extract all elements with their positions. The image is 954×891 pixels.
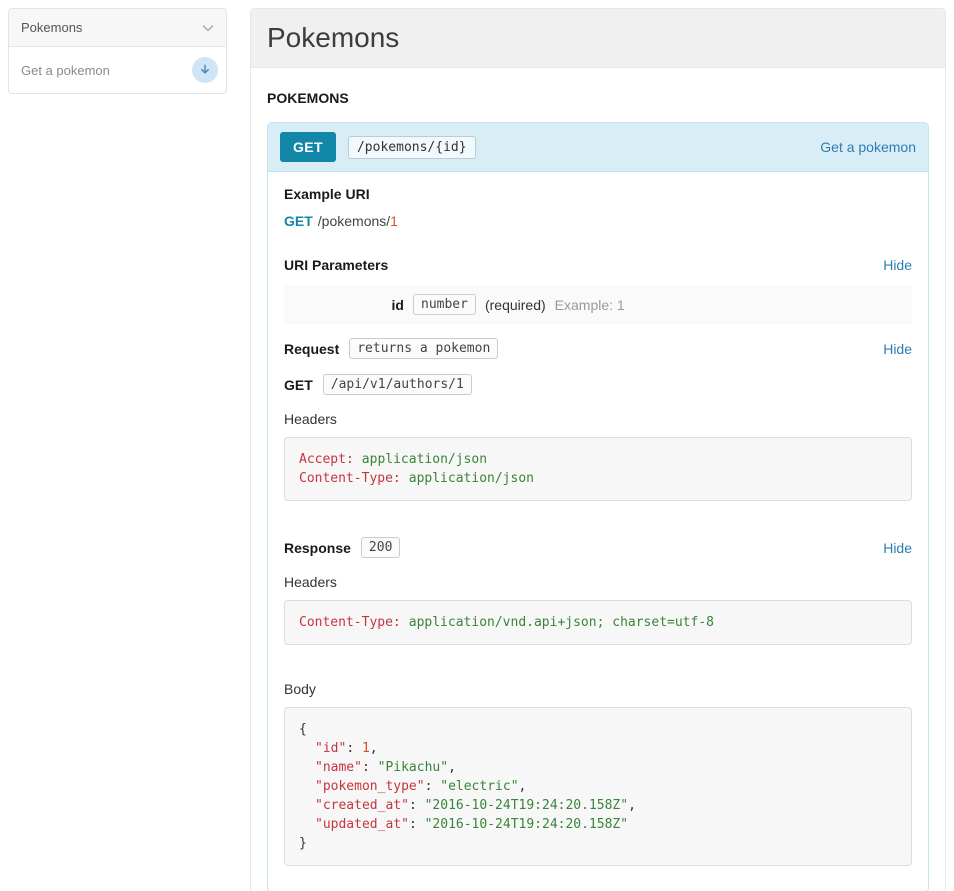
json-value: Pikachu xyxy=(378,760,448,775)
scroll-to-endpoint-button[interactable] xyxy=(192,57,218,83)
request-method-row: GET /api/v1/authors/1 xyxy=(284,374,912,395)
main-panel: Pokemons POKEMONS GET /pokemons/{id} Get… xyxy=(250,8,946,891)
header-line: Accept application/json xyxy=(299,450,897,469)
example-uri-heading: Example URI xyxy=(284,186,912,202)
resource-group-heading: POKEMONS xyxy=(267,90,929,106)
example-uri: GET/pokemons/1 xyxy=(284,213,912,229)
header-value: application/json xyxy=(362,452,487,467)
param-name: id xyxy=(284,297,404,313)
page: Pokemons Get a pokemon Pokemons POKEMONS… xyxy=(0,0,954,891)
request-uri-badge: /api/v1/authors/1 xyxy=(323,374,472,395)
json-separator xyxy=(425,779,441,794)
request-row: Request returns a pokemon Hide xyxy=(284,338,912,359)
json-value: 2016-10-24T19:24:20.158Z xyxy=(425,817,629,832)
sidebar-item-label: Get a pokemon xyxy=(21,63,110,78)
example-uri-path: /pokemons/ xyxy=(318,213,390,229)
header-line: Content-Type application/vnd.api+json; ch… xyxy=(299,613,897,632)
header-line: Content-Type application/json xyxy=(299,469,897,488)
json-open-brace: { xyxy=(299,720,897,739)
json-key: id xyxy=(315,741,346,756)
http-method-badge: GET xyxy=(280,132,336,162)
header-value: application/json xyxy=(409,471,534,486)
response-status-badge: 200 xyxy=(361,537,400,558)
endpoint-header[interactable]: GET /pokemons/{id} Get a pokemon xyxy=(268,123,928,172)
uri-parameters-row: URI Parameters Hide xyxy=(284,257,912,273)
header-value: application/vnd.api+json; charset=utf-8 xyxy=(409,615,714,630)
chevron-down-icon xyxy=(202,24,214,32)
main-content: POKEMONS GET /pokemons/{id} Get a pokemo… xyxy=(251,68,945,891)
json-value: 1 xyxy=(362,741,370,756)
example-uri-method: GET xyxy=(284,213,313,229)
param-example-label: Example: xyxy=(555,297,613,313)
header-name: Accept xyxy=(299,452,354,467)
uri-parameters-heading: URI Parameters xyxy=(284,257,388,273)
param-example-value: 1 xyxy=(617,297,625,313)
page-header: Pokemons xyxy=(251,9,945,68)
request-method: GET xyxy=(284,377,313,393)
param-row: id number (required) Example: 1 xyxy=(284,294,912,315)
param-required: (required) xyxy=(485,297,546,313)
response-hide-link[interactable]: Hide xyxy=(883,540,912,556)
sidebar: Pokemons Get a pokemon xyxy=(8,8,227,94)
request-headers-label: Headers xyxy=(284,411,912,427)
json-entry: updated_at 2016-10-24T19:24:20.158Z xyxy=(299,815,897,834)
request-heading: Request xyxy=(284,341,339,357)
json-close-brace: } xyxy=(299,834,897,853)
json-separator xyxy=(409,798,425,813)
response-headers-code: Content-Type application/vnd.api+json; ch… xyxy=(284,600,912,645)
response-row: Response 200 Hide xyxy=(284,537,912,558)
json-entry: name Pikachu xyxy=(299,758,897,777)
uri-parameters-hide-link[interactable]: Hide xyxy=(883,257,912,273)
request-headers-code: Accept application/json Content-Type appli… xyxy=(284,437,912,501)
endpoint-path-badge: /pokemons/{id} xyxy=(348,136,476,159)
endpoint-card: GET /pokemons/{id} Get a pokemon Example… xyxy=(267,122,929,891)
sidebar-group-title: Pokemons xyxy=(21,20,82,35)
example-uri-param-value: 1 xyxy=(390,213,398,229)
arrow-down-icon xyxy=(198,63,212,77)
param-example: Example: 1 xyxy=(555,297,625,313)
sidebar-group-header[interactable]: Pokemons xyxy=(9,9,226,47)
sidebar-item-get-a-pokemon[interactable]: Get a pokemon xyxy=(9,47,226,93)
endpoint-body: Example URI GET/pokemons/1 URI Parameter… xyxy=(268,172,928,891)
json-separator xyxy=(409,817,425,832)
json-key: name xyxy=(315,760,362,775)
header-name: Content-Type xyxy=(299,471,401,486)
json-value: electric xyxy=(440,779,518,794)
header-name: Content-Type xyxy=(299,615,401,630)
json-key: pokemon_type xyxy=(315,779,425,794)
response-body-code: { id 1 name Pikachu pokemon_type electric c… xyxy=(284,707,912,866)
response-headers-label: Headers xyxy=(284,574,912,590)
request-hide-link[interactable]: Hide xyxy=(883,341,912,357)
json-entry: pokemon_type electric xyxy=(299,777,897,796)
json-entry: id 1 xyxy=(299,739,897,758)
request-description-badge: returns a pokemon xyxy=(349,338,498,359)
response-heading: Response xyxy=(284,540,351,556)
param-type-badge: number xyxy=(413,294,476,315)
page-title: Pokemons xyxy=(267,22,929,54)
endpoint-title-link[interactable]: Get a pokemon xyxy=(820,139,916,155)
response-body-label: Body xyxy=(284,681,912,697)
json-separator xyxy=(362,760,378,775)
json-entry: created_at 2016-10-24T19:24:20.158Z xyxy=(299,796,897,815)
json-key: updated_at xyxy=(315,817,409,832)
json-separator xyxy=(346,741,362,756)
uri-parameters-block: id number (required) Example: 1 xyxy=(284,285,912,324)
json-value: 2016-10-24T19:24:20.158Z xyxy=(425,798,629,813)
json-key: created_at xyxy=(315,798,409,813)
